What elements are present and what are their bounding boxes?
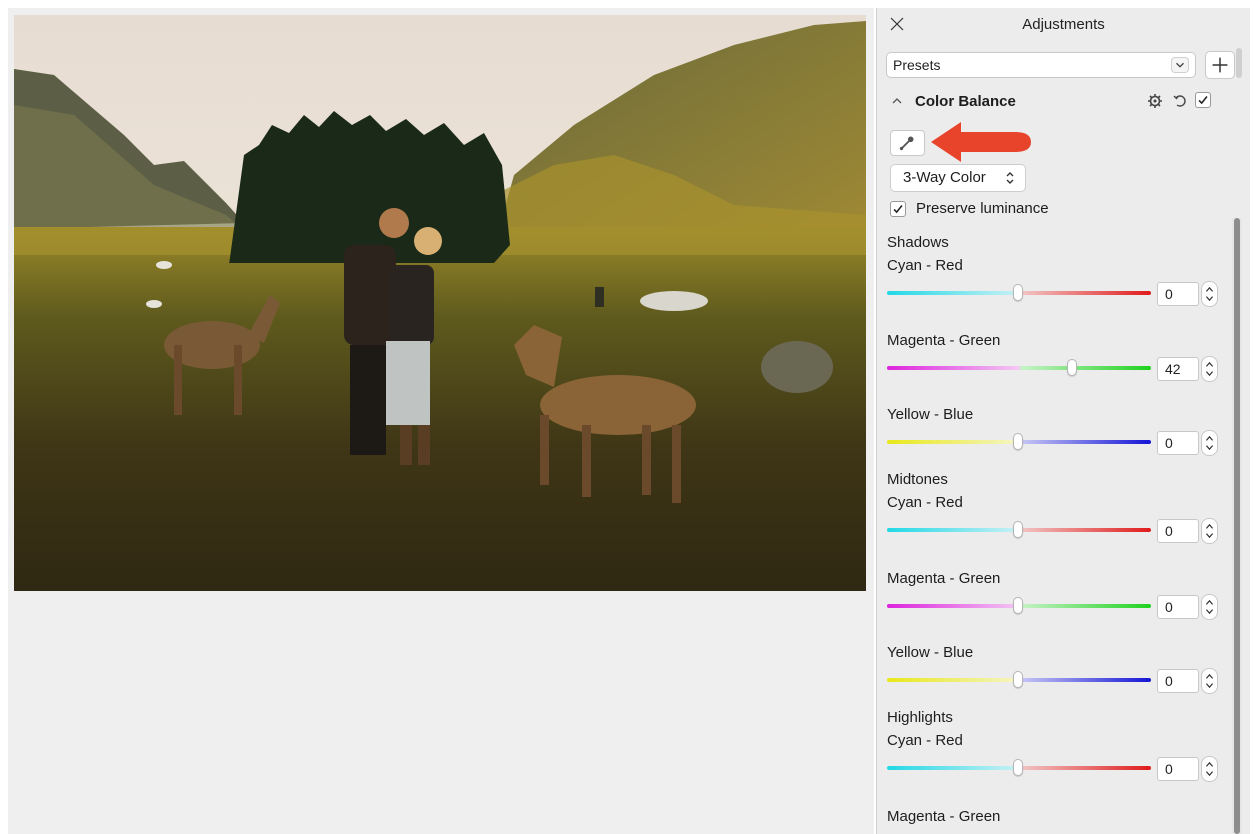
shadows-magenta-green-thumb[interactable] <box>1067 359 1077 376</box>
reset-icon[interactable] <box>1172 93 1188 109</box>
shadows-yellow-blue-thumb[interactable] <box>1013 433 1023 450</box>
presets-dropdown[interactable]: Presets <box>886 52 1196 78</box>
midtones-magenta-green-label: Magenta - Green <box>887 570 1001 587</box>
shadows-magenta-green-stepper[interactable] <box>1201 356 1218 382</box>
shadows-magenta-green-label: Magenta - Green <box>887 332 1001 349</box>
highlights-cyan-red-label: Cyan - Red <box>887 732 963 749</box>
shadows-magenta-green-value[interactable]: 42 <box>1157 357 1199 381</box>
midtones-label: Midtones <box>887 471 948 488</box>
highlights-cyan-red-thumb[interactable] <box>1013 759 1023 776</box>
midtones-yellow-blue-label: Yellow - Blue <box>887 644 974 661</box>
midtones-yellow-blue-value[interactable]: 0 <box>1157 669 1199 693</box>
gear-icon[interactable] <box>1147 93 1163 109</box>
midtones-cyan-red-thumb[interactable] <box>1013 521 1023 538</box>
photo <box>14 15 866 591</box>
shadows-label: Shadows <box>887 234 949 251</box>
panel-scrollbar-thumb[interactable] <box>1234 218 1240 834</box>
midtones-magenta-green-thumb[interactable] <box>1013 597 1023 614</box>
shadows-yellow-blue-stepper[interactable] <box>1201 430 1218 456</box>
chevron-down-icon <box>1171 57 1189 73</box>
callout-arrow <box>931 122 1031 162</box>
chevron-up-icon[interactable] <box>891 96 903 106</box>
midtones-magenta-green-value[interactable]: 0 <box>1157 595 1199 619</box>
plus-icon[interactable] <box>1205 51 1235 79</box>
midtones-cyan-red-label: Cyan - Red <box>887 494 963 511</box>
midtones-cyan-red-stepper[interactable] <box>1201 518 1218 544</box>
shadows-cyan-red-label: Cyan - Red <box>887 257 963 274</box>
mode-select[interactable]: 3-Way Color <box>890 164 1026 192</box>
highlights-label: Highlights <box>887 709 953 726</box>
top-scroll-indicator <box>1236 48 1242 78</box>
shadows-yellow-blue-value[interactable]: 0 <box>1157 431 1199 455</box>
panel-title: Adjustments <box>1022 16 1105 33</box>
color-balance-header[interactable]: Color Balance <box>877 90 1250 114</box>
eyedropper-icon[interactable] <box>890 130 925 156</box>
shadows-yellow-blue-label: Yellow - Blue <box>887 406 974 423</box>
section-enabled-checkbox[interactable] <box>1195 92 1211 108</box>
panel-scrollbar[interactable] <box>1232 218 1242 834</box>
image-canvas <box>8 8 874 834</box>
shadows-cyan-red-stepper[interactable] <box>1201 281 1218 307</box>
updown-chevron-icon <box>1006 172 1014 184</box>
midtones-yellow-blue-stepper[interactable] <box>1201 668 1218 694</box>
highlights-cyan-red-stepper[interactable] <box>1201 756 1218 782</box>
midtones-magenta-green-stepper[interactable] <box>1201 594 1218 620</box>
shadows-cyan-red-value[interactable]: 0 <box>1157 282 1199 306</box>
adjustments-panel: Adjustments Presets Color Balance 3-Way … <box>876 8 1250 834</box>
mode-label: 3-Way Color <box>903 169 986 186</box>
presets-label: Presets <box>893 57 941 73</box>
highlights-cyan-red-value[interactable]: 0 <box>1157 757 1199 781</box>
section-title: Color Balance <box>915 93 1016 110</box>
shadows-cyan-red-thumb[interactable] <box>1013 284 1023 301</box>
midtones-yellow-blue-thumb[interactable] <box>1013 671 1023 688</box>
preserve-luminance-label: Preserve luminance <box>916 200 1049 217</box>
highlights-magenta-green-label: Magenta - Green <box>887 808 1001 825</box>
panel-header: Adjustments <box>877 8 1250 40</box>
preserve-luminance-checkbox[interactable] <box>890 201 906 217</box>
midtones-cyan-red-value[interactable]: 0 <box>1157 519 1199 543</box>
shadows-magenta-green-slider[interactable] <box>887 366 1151 370</box>
